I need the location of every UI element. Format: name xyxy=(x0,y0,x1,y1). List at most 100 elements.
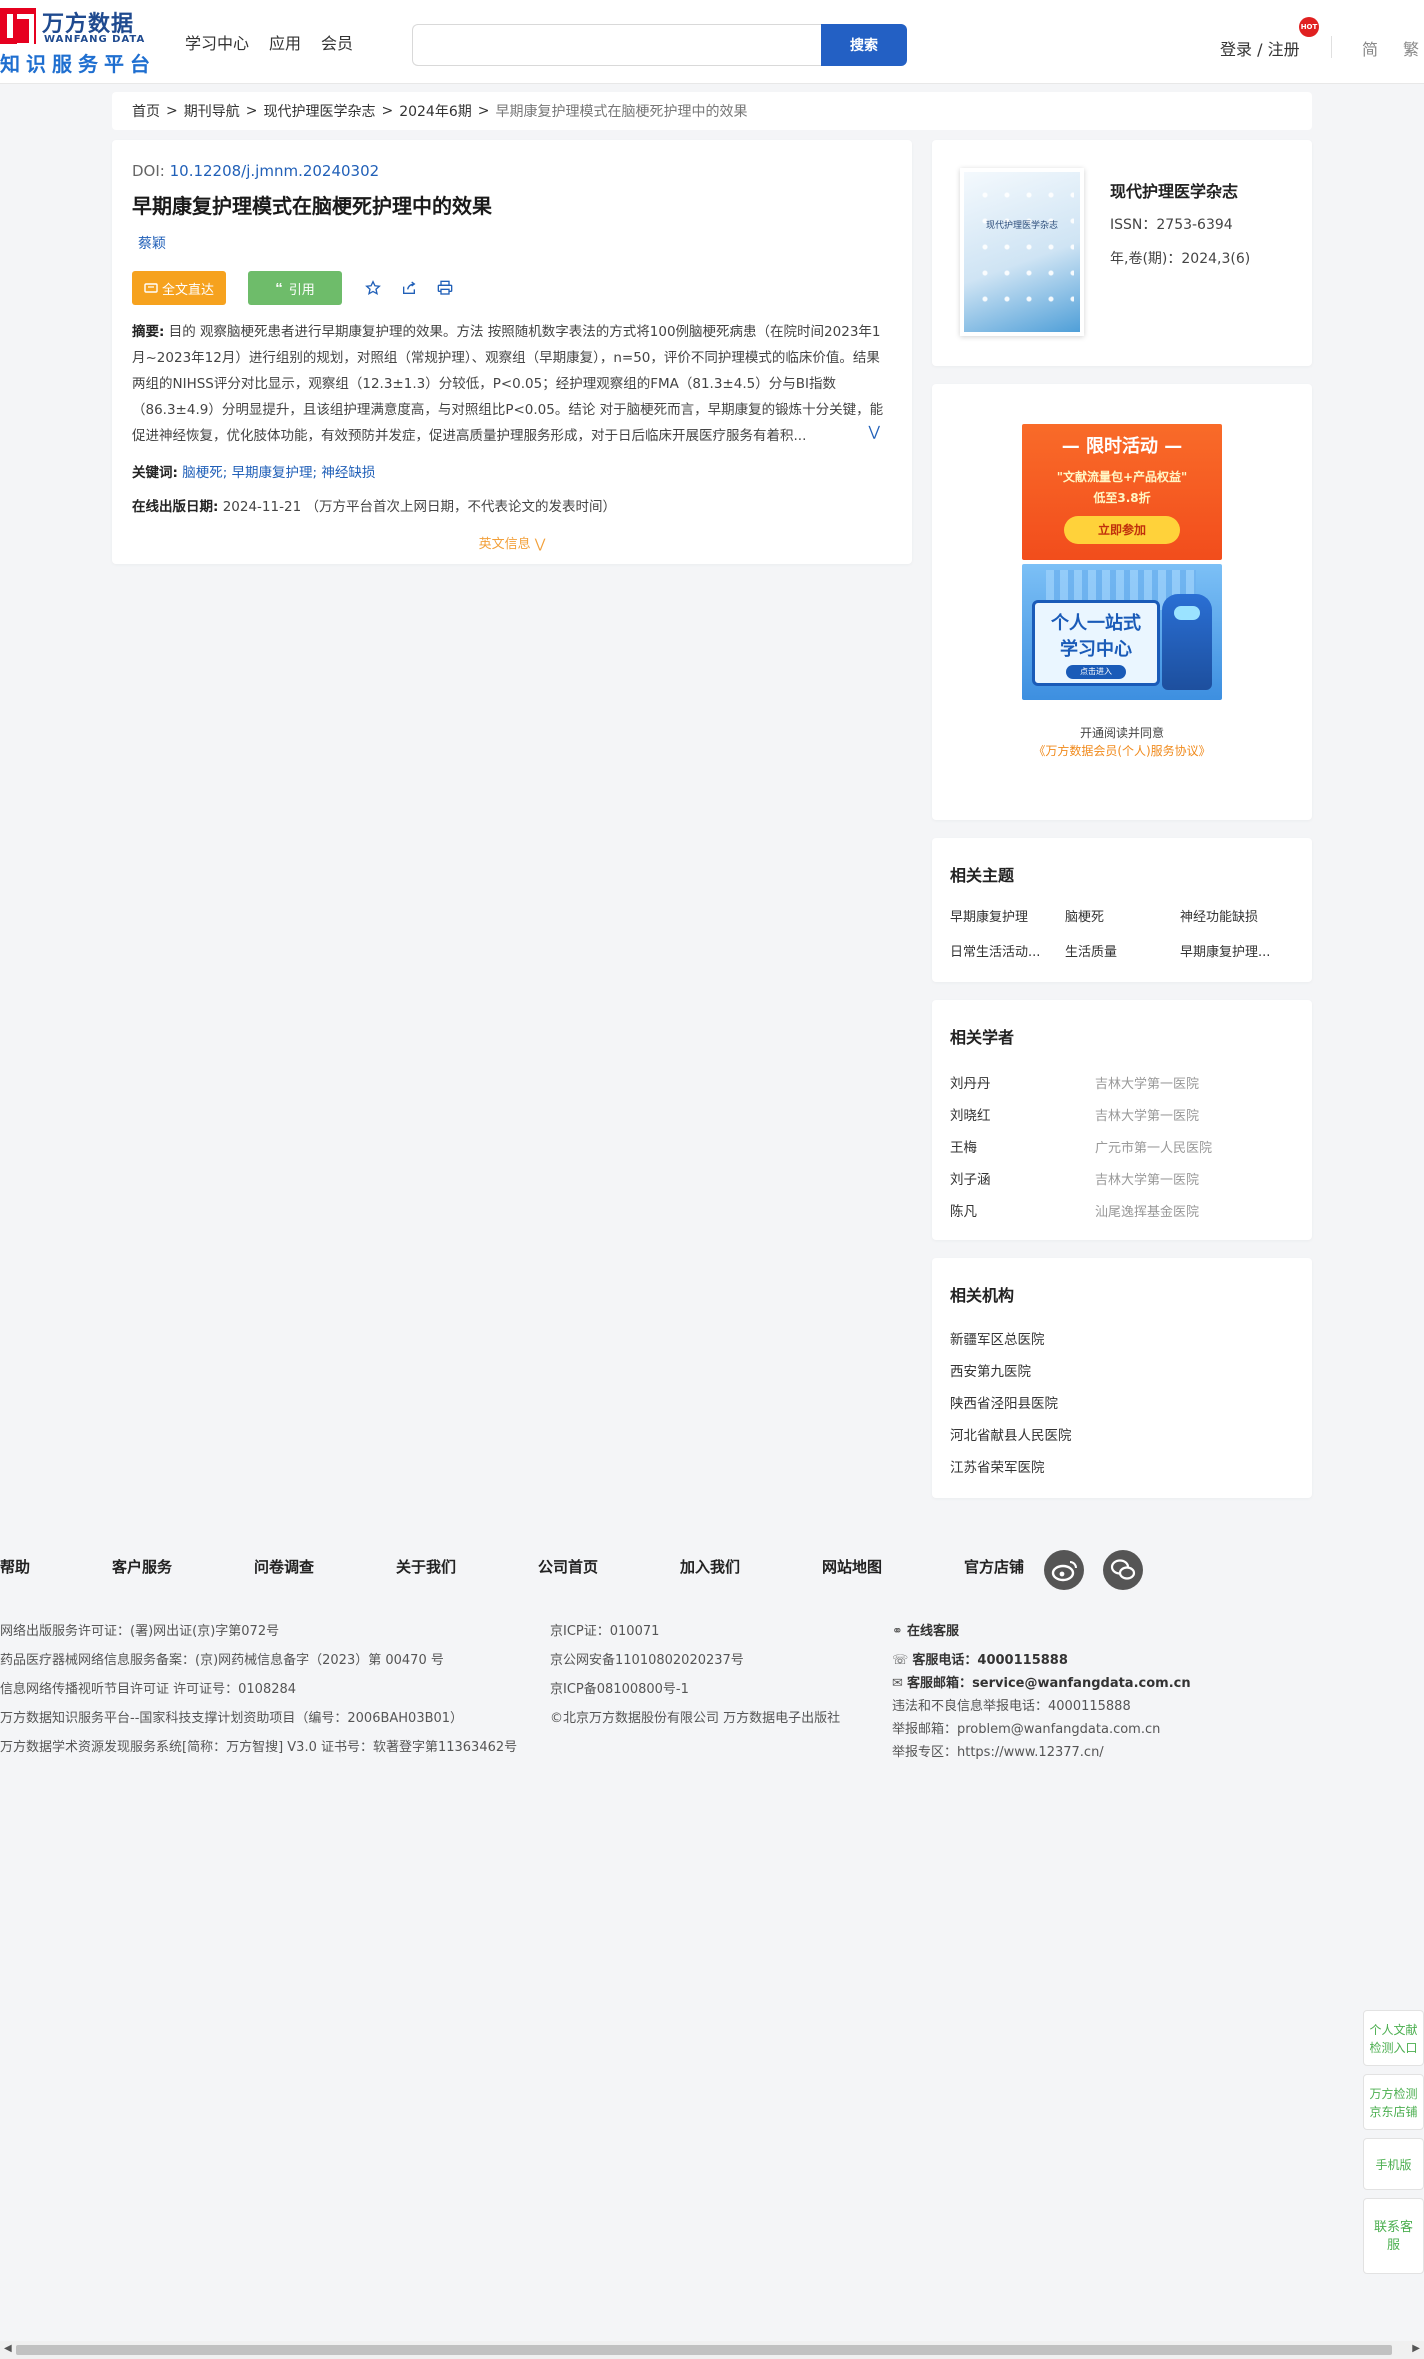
scholar-org[interactable]: 吉林大学第一医院 xyxy=(1095,1105,1199,1124)
scroll-left-arrow-icon[interactable]: ◀ xyxy=(4,2343,12,2354)
journal-cover[interactable]: 现代护理医学杂志 xyxy=(960,168,1084,336)
author-link[interactable]: 蔡颖 xyxy=(138,233,892,253)
related-topics-card: 相关主题 早期康复护理 脑梗死 神经功能缺损 日常生活活动... 生活质量 早期… xyxy=(932,838,1312,982)
scrollbar-thumb[interactable] xyxy=(16,2345,1392,2355)
topic-link[interactable]: 生活质量 xyxy=(1065,941,1180,960)
footer-link-store[interactable]: 官方店铺 xyxy=(964,1556,1044,1577)
keyword-link[interactable]: 脑梗死; xyxy=(182,465,227,481)
breadcrumb-issue[interactable]: 2024年6期 xyxy=(399,101,472,121)
nav-apps[interactable]: 应用 xyxy=(269,30,301,54)
institution-link[interactable]: 新疆军区总医院 xyxy=(950,1324,1294,1356)
expand-abstract-icon[interactable]: ⋁ xyxy=(866,419,880,445)
join-now-button[interactable]: 立即参加 xyxy=(1064,516,1180,544)
scholar-name[interactable]: 刘丹丹 xyxy=(950,1072,1095,1092)
related-topics-title: 相关主题 xyxy=(950,866,1015,885)
full-text-icon xyxy=(144,283,158,293)
horizontal-scrollbar[interactable]: ◀ ▶ xyxy=(0,2341,1424,2359)
scholar-list: 刘丹丹 吉林大学第一医院 刘晓红 吉林大学第一医院 王梅 广元市第一人民医院 刘… xyxy=(950,1066,1294,1226)
wanfang-logo[interactable]: 万方数据 WANFANG DATA 知识服务平台 xyxy=(0,8,160,76)
footer-link-sitemap[interactable]: 网站地图 xyxy=(822,1556,964,1577)
institution-link[interactable]: 西安第九医院 xyxy=(950,1356,1294,1388)
breadcrumb: 首页 > 期刊导航 > 现代护理医学杂志 > 2024年6期 > 早期康复护理模式在脑梗… xyxy=(112,92,1312,130)
share-icon[interactable] xyxy=(400,279,418,297)
email-line: ✉ 客服邮箱：service@wanfangdata.com.cn xyxy=(892,1676,1191,1691)
keyword-link[interactable]: 早期康复护理; xyxy=(232,465,318,481)
scroll-right-arrow-icon[interactable]: ▶ xyxy=(1412,2343,1420,2354)
float-contact-service[interactable]: 联系客服 xyxy=(1363,2198,1424,2274)
topic-link[interactable]: 日常生活活动... xyxy=(950,941,1065,960)
float-jd-store[interactable]: 万方检测京东店铺 xyxy=(1363,2074,1424,2130)
scholar-name[interactable]: 刘晓红 xyxy=(950,1104,1095,1124)
float-mobile[interactable]: 手机版 xyxy=(1363,2138,1424,2190)
topic-link[interactable]: 神经功能缺损 xyxy=(1180,906,1295,925)
promo-line1: "文献流量包+产品权益" xyxy=(1056,470,1188,484)
search-input[interactable] xyxy=(412,24,822,66)
float-plagiarism-check[interactable]: 个人文献检测入口 xyxy=(1363,2010,1424,2066)
scholar-name[interactable]: 陈凡 xyxy=(950,1200,1095,1220)
phone-icon: ☏ xyxy=(892,1653,909,1668)
scholar-org[interactable]: 汕尾逸挥基金医院 xyxy=(1095,1201,1199,1220)
search-button[interactable]: 搜索 xyxy=(821,24,907,66)
icp-text[interactable]: 京ICP证：010071 xyxy=(550,1622,840,1651)
learning-center-banner[interactable]: 个人一站式 学习中心 点击进入 xyxy=(1022,564,1222,700)
service-agreement-link[interactable]: 《万方数据会员(个人)服务协议》 xyxy=(932,742,1312,759)
online-date-row: 在线出版日期: 2024-11-21 （万方平台首次上网日期，不代表论文的发表时… xyxy=(132,495,892,515)
lang-traditional-toggle[interactable]: 繁 xyxy=(1403,36,1419,60)
institution-link[interactable]: 江苏省荣军医院 xyxy=(950,1452,1294,1484)
keywords-label: 关键词: xyxy=(132,465,178,481)
keyword-link[interactable]: 神经缺损 xyxy=(321,465,375,481)
related-institutions-title: 相关机构 xyxy=(950,1286,1015,1305)
footer-link-customer-service[interactable]: 客户服务 xyxy=(112,1556,254,1577)
enter-button[interactable]: 点击进入 xyxy=(1066,665,1126,679)
mail-icon: ✉ xyxy=(892,1676,903,1691)
journal-name[interactable]: 现代护理医学杂志 xyxy=(1110,178,1238,202)
online-service-link[interactable]: ⚭ 在线客服 xyxy=(892,1622,1191,1651)
scholar-org[interactable]: 吉林大学第一医院 xyxy=(1095,1169,1199,1188)
login-register-link[interactable]: 登录 / 注册 xyxy=(1220,36,1300,60)
footer-icp: 京ICP证：010071 京公网安备11010802020237号 京ICP备0… xyxy=(550,1622,840,1738)
footer-contact: ⚭ 在线客服 ☏ 客服电话：4000115888 ✉ 客服邮箱：service@… xyxy=(892,1622,1191,1766)
hot-badge: HOT xyxy=(1299,17,1319,37)
scholar-name[interactable]: 王梅 xyxy=(950,1136,1095,1156)
lang-simplified-toggle[interactable]: 简 xyxy=(1362,36,1378,60)
scholar-org[interactable]: 吉林大学第一医院 xyxy=(1095,1073,1199,1092)
topic-link[interactable]: 早期康复护理 xyxy=(950,906,1065,925)
icp-text[interactable]: 京公网安备11010802020237号 xyxy=(550,1651,840,1680)
footer-link-survey[interactable]: 问卷调查 xyxy=(254,1556,396,1577)
license-text: 万方数据知识服务平台--国家科技支撑计划资助项目（编号：2006BAH03B01… xyxy=(0,1711,464,1726)
footer-link-join[interactable]: 加入我们 xyxy=(680,1556,822,1577)
scholar-org[interactable]: 广元市第一人民医院 xyxy=(1095,1137,1212,1156)
nav-membership[interactable]: 会员 xyxy=(321,30,353,54)
related-scholars-card: 相关学者 刘丹丹 吉林大学第一医院 刘晓红 吉林大学第一医院 王梅 广元市第一人… xyxy=(932,1000,1312,1240)
quote-icon: “ xyxy=(275,279,283,297)
report-area[interactable]: 举报专区：https://www.12377.cn/ xyxy=(892,1743,1191,1766)
favorite-star-icon[interactable] xyxy=(364,279,382,297)
cite-button[interactable]: “ 引用 xyxy=(248,271,342,305)
footer-link-about[interactable]: 关于我们 xyxy=(396,1556,538,1577)
institution-link[interactable]: 陕西省泾阳县医院 xyxy=(950,1388,1294,1420)
breadcrumb-journal[interactable]: 现代护理医学杂志 xyxy=(263,101,375,121)
breadcrumb-journal-nav[interactable]: 期刊导航 xyxy=(184,101,240,121)
wechat-icon[interactable] xyxy=(1103,1550,1143,1590)
footer-link-help[interactable]: 帮助 xyxy=(0,1556,112,1577)
doi-link[interactable]: 10.12208/j.jmnm.20240302 xyxy=(170,162,380,180)
weibo-icon[interactable] xyxy=(1044,1550,1084,1590)
icp-text[interactable]: 京ICP备08100800号-1 xyxy=(550,1680,840,1709)
english-info-toggle[interactable]: 英文信息 ⋁ xyxy=(132,533,892,552)
nav-learning-center[interactable]: 学习中心 xyxy=(185,30,249,54)
scholar-name[interactable]: 刘子涵 xyxy=(950,1168,1095,1188)
breadcrumb-home[interactable]: 首页 xyxy=(132,101,160,121)
logo-subtitle: 知识服务平台 xyxy=(0,52,156,76)
online-date-label: 在线出版日期: xyxy=(132,499,219,515)
topic-link[interactable]: 脑梗死 xyxy=(1065,906,1180,925)
list-item: 刘子涵 吉林大学第一医院 xyxy=(950,1162,1294,1194)
limited-offer-banner[interactable]: — 限时活动 — "文献流量包+产品权益" 低至3.8折 立即参加 xyxy=(1022,424,1222,560)
print-icon[interactable] xyxy=(436,279,454,297)
full-text-button[interactable]: 全文直达 xyxy=(132,271,226,305)
board-title-2: 学习中心 xyxy=(1060,639,1132,660)
institution-link[interactable]: 河北省献县人民医院 xyxy=(950,1420,1294,1452)
related-institutions-card: 相关机构 新疆军区总医院 西安第九医院 陕西省泾阳县医院 河北省献县人民医院 江… xyxy=(932,1258,1312,1498)
topic-link[interactable]: 早期康复护理... xyxy=(1180,941,1295,960)
report-email[interactable]: 举报邮箱：problem@wanfangdata.com.cn xyxy=(892,1720,1191,1743)
footer-link-company[interactable]: 公司首页 xyxy=(538,1556,680,1577)
